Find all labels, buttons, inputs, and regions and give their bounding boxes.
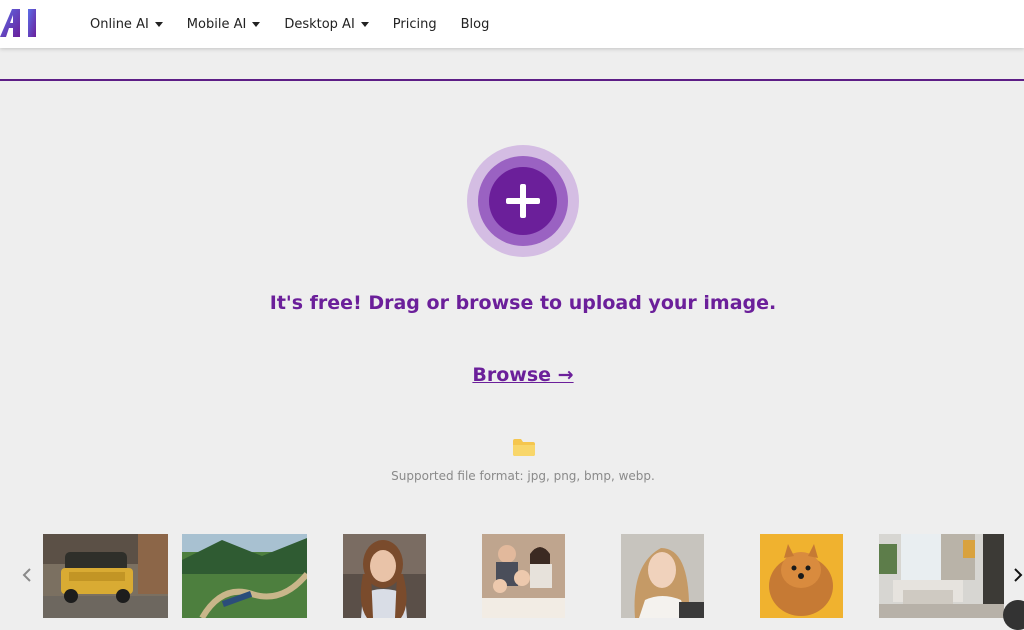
divider-line xyxy=(0,79,1024,81)
supported-formats: Supported file format: jpg, png, bmp, we… xyxy=(391,469,655,483)
chat-widget-icon[interactable] xyxy=(1003,600,1024,630)
upload-button[interactable] xyxy=(489,167,557,235)
nav-pricing-label: Pricing xyxy=(392,16,437,32)
brand-logo[interactable] xyxy=(0,9,40,37)
chevron-down-icon xyxy=(154,21,163,27)
nav-desktop-ai[interactable]: Desktop AI xyxy=(284,16,369,32)
nav-mobile-ai-label: Mobile AI xyxy=(186,16,247,32)
nav-online-ai-label: Online AI xyxy=(90,16,149,32)
sample-girl-portrait[interactable] xyxy=(343,534,426,618)
nav-pricing[interactable]: Pricing xyxy=(393,17,437,32)
nav-blog-label: Blog xyxy=(460,16,490,32)
nav-online-ai[interactable]: Online AI xyxy=(90,17,163,32)
chevron-right-icon[interactable] xyxy=(1012,566,1024,584)
sample-family-photo[interactable] xyxy=(482,534,565,618)
upload-headline: It's free! Drag or browse to upload your… xyxy=(269,292,777,314)
browse-link[interactable]: Browse → xyxy=(472,364,573,386)
nav-blog[interactable]: Blog xyxy=(461,17,490,32)
browse-container: Browse → xyxy=(0,364,1024,386)
nav-desktop-ai-label: Desktop AI xyxy=(284,16,355,32)
sample-living-room[interactable] xyxy=(879,534,1004,618)
sample-yellow-car[interactable] xyxy=(43,534,168,618)
sample-pomeranian-dog[interactable] xyxy=(760,534,843,618)
sample-mountain-train[interactable] xyxy=(182,534,307,618)
sample-woman-smiling[interactable] xyxy=(621,534,704,618)
main-nav: Online AI Mobile AI Desktop AI Pricing B… xyxy=(90,0,513,48)
nav-mobile-ai[interactable]: Mobile AI xyxy=(187,17,261,32)
folder-icon xyxy=(513,439,535,456)
chevron-down-icon xyxy=(360,21,369,27)
top-header: Online AI Mobile AI Desktop AI Pricing B… xyxy=(0,0,1024,48)
chevron-left-icon[interactable] xyxy=(21,566,33,584)
chevron-down-icon xyxy=(252,21,261,27)
